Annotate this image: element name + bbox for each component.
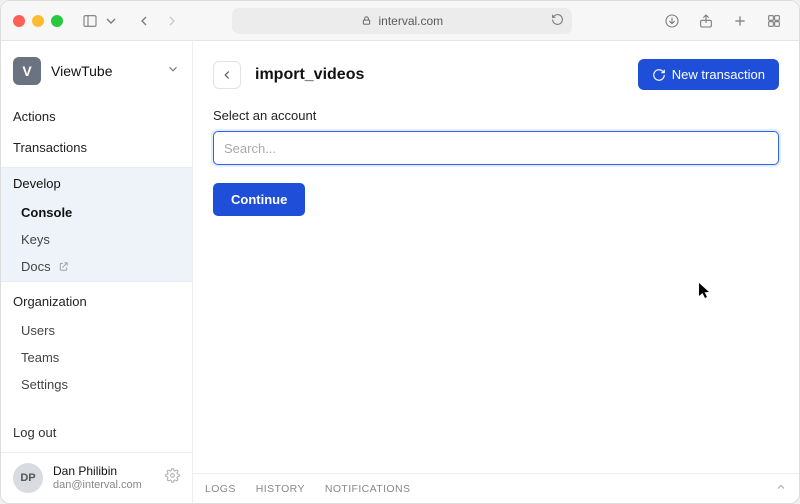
page-title: import_videos xyxy=(255,66,364,84)
profile-block[interactable]: DP Dan Philibin dan@interval.com xyxy=(1,452,192,503)
window-controls xyxy=(13,15,63,27)
sidebar-item-keys[interactable]: Keys xyxy=(1,226,192,253)
page-header: import_videos New transaction xyxy=(193,41,799,108)
close-window-button[interactable] xyxy=(13,15,25,27)
continue-button[interactable]: Continue xyxy=(213,183,305,216)
bottom-panel-tabs: LOGS HISTORY NOTIFICATIONS xyxy=(193,473,799,503)
sidebar-item-console[interactable]: Console xyxy=(1,199,192,226)
avatar: DP xyxy=(13,463,43,493)
gear-icon[interactable] xyxy=(165,468,180,488)
sidebar-item-transactions[interactable]: Transactions xyxy=(1,132,192,163)
profile-name: Dan Philibin xyxy=(53,464,155,478)
sidebar-item-docs-label: Docs xyxy=(21,259,51,274)
browser-titlebar: interval.com xyxy=(1,1,799,41)
app-sidebar: V ViewTube Actions Transactions Develop … xyxy=(1,41,193,503)
back-button[interactable] xyxy=(213,61,241,89)
workspace-switcher[interactable]: V ViewTube xyxy=(1,51,192,97)
sidebar-toggle-button[interactable] xyxy=(77,8,103,34)
tab-group-chevron-icon[interactable] xyxy=(103,8,119,34)
new-transaction-label: New transaction xyxy=(672,67,765,82)
sidebar-item-organization: Organization xyxy=(1,286,192,317)
sidebar-item-develop[interactable]: Develop xyxy=(1,168,192,199)
sidebar-item-teams[interactable]: Teams xyxy=(1,344,192,371)
search-input[interactable] xyxy=(213,131,779,165)
share-button[interactable] xyxy=(693,8,719,34)
fullscreen-window-button[interactable] xyxy=(51,15,63,27)
workspace-badge: V xyxy=(13,57,41,85)
downloads-button[interactable] xyxy=(659,8,685,34)
tab-logs[interactable]: LOGS xyxy=(205,483,236,495)
expand-panel-icon[interactable] xyxy=(775,480,787,498)
external-link-icon xyxy=(58,263,69,275)
sidebar-item-docs[interactable]: Docs xyxy=(1,253,192,281)
nav-back-button[interactable] xyxy=(131,8,157,34)
sidebar-item-actions[interactable]: Actions xyxy=(1,101,192,132)
chevron-down-icon xyxy=(166,62,180,81)
sidebar-item-settings[interactable]: Settings xyxy=(1,371,192,398)
new-transaction-button[interactable]: New transaction xyxy=(638,59,779,90)
profile-email: dan@interval.com xyxy=(53,479,155,492)
address-text: interval.com xyxy=(378,14,443,28)
tab-history[interactable]: HISTORY xyxy=(256,483,305,495)
tab-notifications[interactable]: NOTIFICATIONS xyxy=(325,483,411,495)
address-bar[interactable]: interval.com xyxy=(232,8,572,34)
minimize-window-button[interactable] xyxy=(32,15,44,27)
lock-icon xyxy=(361,15,372,26)
new-tab-button[interactable] xyxy=(727,8,753,34)
nav-forward-button[interactable] xyxy=(159,8,185,34)
sidebar-item-users[interactable]: Users xyxy=(1,317,192,344)
reload-button[interactable] xyxy=(551,13,564,29)
refresh-icon xyxy=(652,68,666,82)
workspace-name: ViewTube xyxy=(51,63,156,79)
logout-link[interactable]: Log out xyxy=(1,413,192,452)
field-label-account: Select an account xyxy=(213,108,779,123)
tab-overview-button[interactable] xyxy=(761,8,787,34)
